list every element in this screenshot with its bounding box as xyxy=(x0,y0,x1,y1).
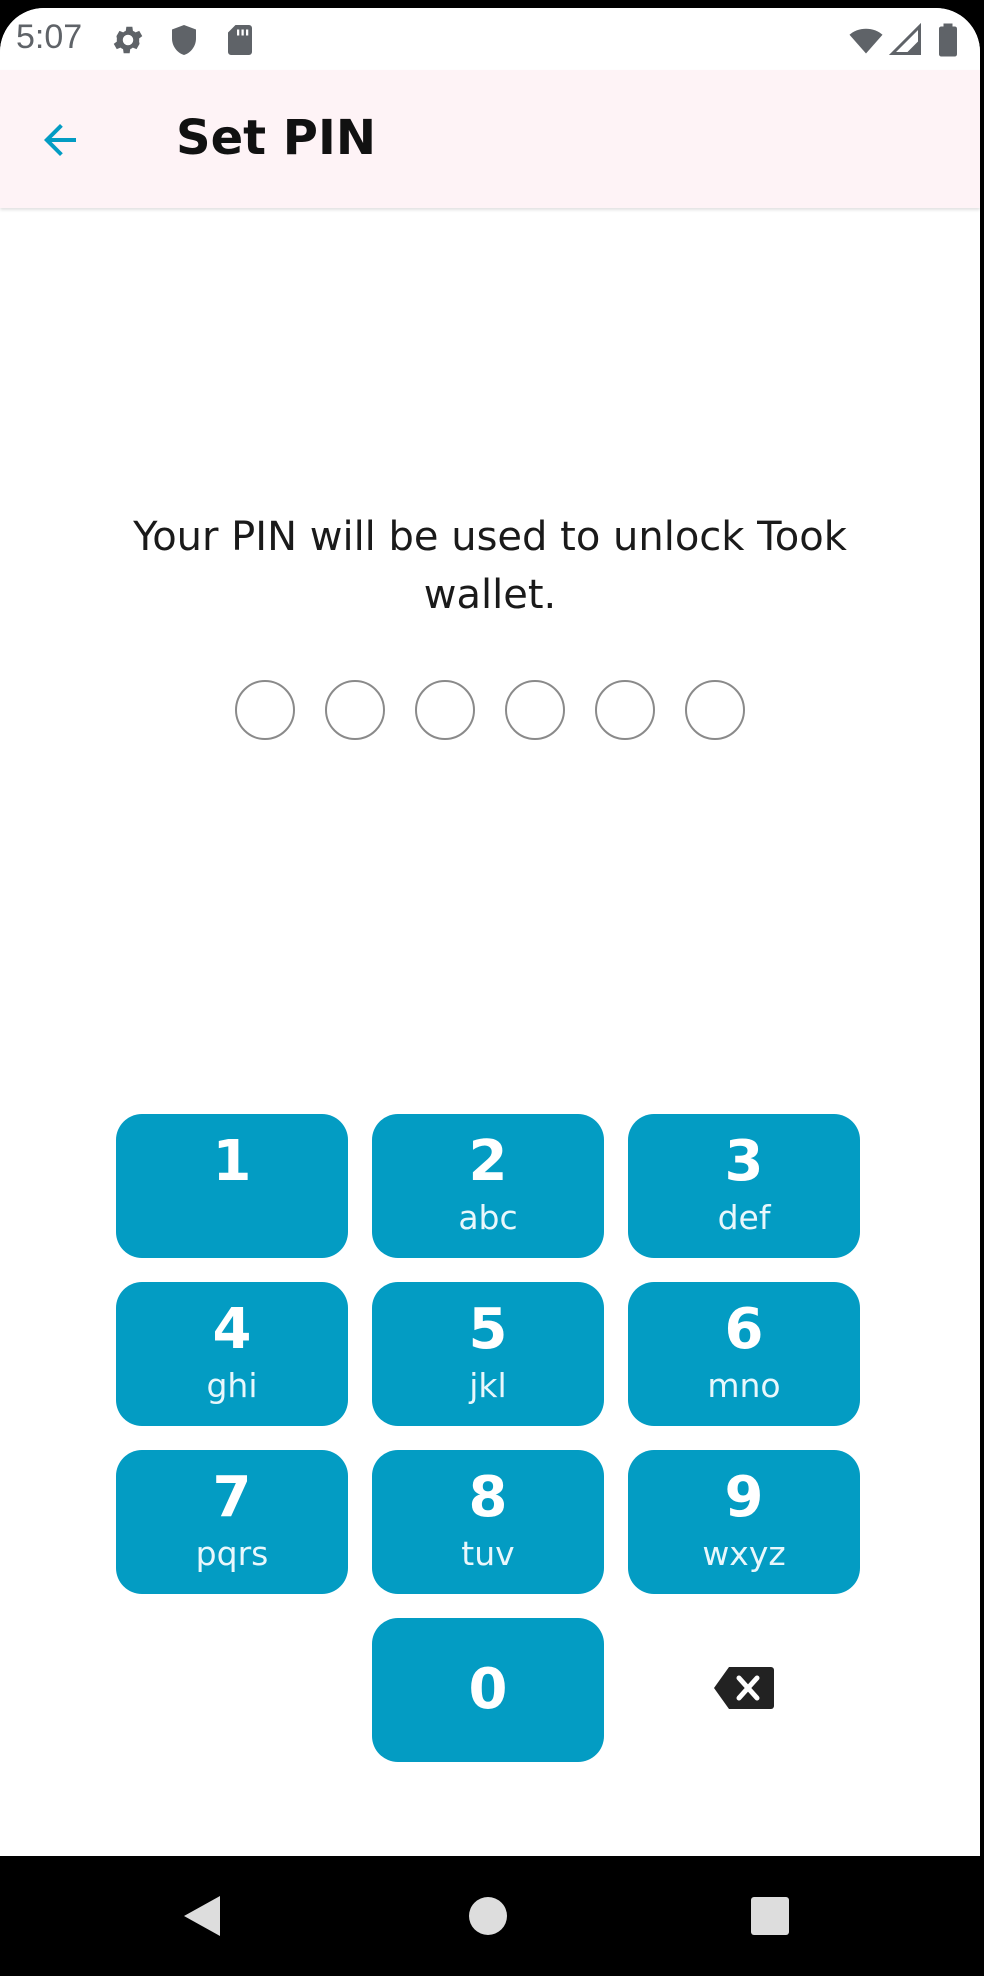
pin-dot xyxy=(595,680,655,740)
key-3[interactable]: 3 def xyxy=(628,1114,860,1258)
pin-dot xyxy=(325,680,385,740)
keypad-spacer xyxy=(116,1618,348,1762)
key-digit: 7 xyxy=(212,1465,252,1530)
back-button[interactable] xyxy=(30,112,90,172)
sd-card-icon xyxy=(222,22,258,58)
backspace-button[interactable] xyxy=(628,1618,860,1762)
pin-dot xyxy=(685,680,745,740)
key-letters: def xyxy=(717,1198,771,1237)
key-digit: 2 xyxy=(468,1129,508,1194)
home-circle-icon xyxy=(467,1895,509,1941)
pin-dot xyxy=(505,680,565,740)
key-4[interactable]: 4 ghi xyxy=(116,1282,348,1426)
key-digit: 9 xyxy=(724,1465,764,1530)
key-letters: jkl xyxy=(469,1366,507,1405)
nav-back-button[interactable] xyxy=(170,1886,234,1950)
backspace-icon xyxy=(713,1665,775,1715)
key-0[interactable]: 0 xyxy=(372,1618,604,1762)
key-digit: 1 xyxy=(212,1129,252,1194)
battery-icon xyxy=(930,22,966,58)
key-5[interactable]: 5 jkl xyxy=(372,1282,604,1426)
status-time: 5:07 xyxy=(16,18,83,56)
signal-icon xyxy=(888,22,924,58)
pin-dot xyxy=(415,680,475,740)
app-bar: Set PIN xyxy=(0,70,980,208)
pin-indicator xyxy=(0,680,980,742)
key-letters: abc xyxy=(458,1198,518,1237)
key-digit: 4 xyxy=(212,1297,252,1362)
pin-dot xyxy=(235,680,295,740)
keypad: 1 2 abc 3 def 4 ghi 5 jkl 6 mno 7 pqrs 8… xyxy=(116,1114,862,1762)
status-bar: 5:07 xyxy=(0,8,980,72)
recents-square-icon xyxy=(750,1896,790,1940)
back-triangle-icon xyxy=(180,1892,224,1944)
key-digit: 3 xyxy=(724,1129,764,1194)
shield-icon xyxy=(166,22,202,58)
key-2[interactable]: 2 abc xyxy=(372,1114,604,1258)
key-digit: 8 xyxy=(468,1465,508,1530)
key-digit: 6 xyxy=(724,1297,764,1362)
gear-icon xyxy=(110,22,146,58)
key-letters: mno xyxy=(707,1366,781,1405)
phone-screen: 5:07 Set PIN Your PIN will be used to un… xyxy=(0,8,980,1856)
key-letters: tuv xyxy=(461,1534,515,1573)
pin-prompt: Your PIN will be used to unlock Took wal… xyxy=(133,514,847,618)
screen: 5:07 Set PIN Your PIN will be used to un… xyxy=(0,0,984,1976)
key-digit: 5 xyxy=(468,1297,508,1362)
nav-home-button[interactable] xyxy=(456,1886,520,1950)
nav-recents-button[interactable] xyxy=(738,1886,802,1950)
page-title: Set PIN xyxy=(176,110,376,166)
key-letters: wxyz xyxy=(702,1534,786,1573)
key-digit: 0 xyxy=(468,1657,508,1722)
key-1[interactable]: 1 xyxy=(116,1114,348,1258)
key-letters: pqrs xyxy=(195,1534,269,1573)
navigation-bar xyxy=(0,1856,984,1976)
key-8[interactable]: 8 tuv xyxy=(372,1450,604,1594)
key-9[interactable]: 9 wxyz xyxy=(628,1450,860,1594)
key-7[interactable]: 7 pqrs xyxy=(116,1450,348,1594)
key-6[interactable]: 6 mno xyxy=(628,1282,860,1426)
arrow-left-icon xyxy=(36,116,84,168)
key-letters: ghi xyxy=(206,1366,258,1405)
wifi-icon xyxy=(848,22,884,58)
